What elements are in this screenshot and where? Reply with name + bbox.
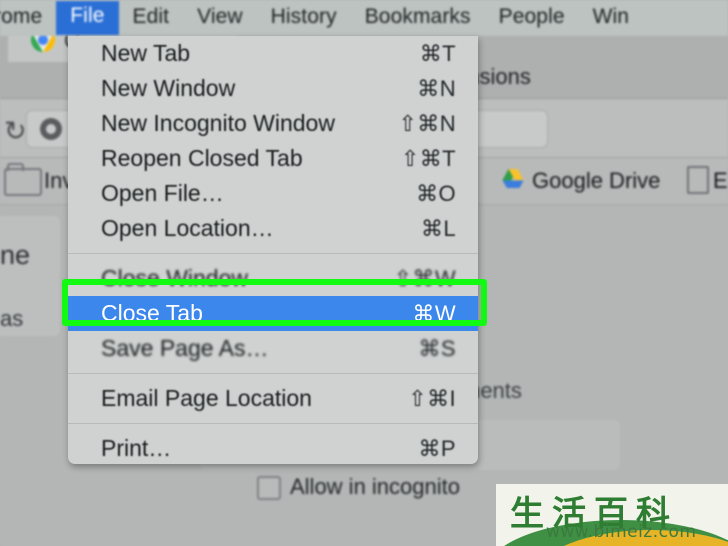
menubar-item-chrome[interactable]: rome (0, 1, 56, 35)
menu-item-print[interactable]: Print… ⌘P (68, 431, 478, 464)
file-menu-group-print: Print… ⌘P (68, 431, 478, 464)
page-text-fragment-1: ne (0, 240, 31, 270)
page-text-fragment-2: as (0, 306, 24, 331)
menu-item-close-window[interactable]: Close Window ⇧⌘W (68, 261, 478, 296)
file-menu-group-share: Email Page Location ⇧⌘I (68, 381, 478, 416)
bookmark-item-google-drive[interactable]: Google Drive (532, 168, 660, 194)
menubar-item-bookmarks[interactable]: Bookmarks (351, 1, 485, 35)
menu-item-label: Close Window (101, 265, 248, 291)
chrome-logo-icon (40, 118, 62, 140)
menu-item-shortcut: ⌘T (419, 40, 456, 66)
file-menu-group-new: New Tab ⌘T New Window ⌘N New Incognito W… (68, 36, 478, 246)
file-menu-dropdown: New Tab ⌘T New Window ⌘N New Incognito W… (68, 36, 478, 464)
menu-item-label: New Window (101, 75, 236, 101)
reload-icon[interactable]: ↻ (4, 116, 27, 147)
menu-item-label: Open File… (101, 180, 224, 206)
menu-item-email-page-location[interactable]: Email Page Location ⇧⌘I (68, 381, 478, 416)
bookmark-item-e[interactable]: E (713, 168, 728, 194)
menu-item-label: Close Tab (101, 300, 203, 326)
menu-item-shortcut: ⌘L (420, 215, 456, 241)
menu-item-shortcut: ⌘O (416, 180, 456, 206)
menu-item-shortcut: ⌘N (417, 75, 456, 101)
menu-item-new-incognito-window[interactable]: New Incognito Window ⇧⌘N (68, 106, 478, 141)
menu-item-shortcut: ⌘W (412, 300, 456, 326)
menubar-item-people[interactable]: People (485, 1, 579, 35)
menu-item-shortcut: ⌘P (418, 435, 456, 461)
menu-item-new-window[interactable]: New Window ⌘N (68, 71, 478, 106)
menubar-item-window[interactable]: Win (579, 1, 643, 35)
menu-item-label: Open Location… (101, 215, 274, 241)
menu-item-shortcut: ⌘S (418, 335, 456, 361)
menu-separator (68, 373, 478, 374)
document-icon (687, 166, 709, 194)
watermark: 生活百科 www.bimeiz.com (496, 484, 728, 546)
folder-icon (4, 163, 42, 196)
menu-item-shortcut: ⇧⌘W (393, 265, 456, 291)
menu-item-label: Email Page Location (101, 385, 312, 411)
menu-item-new-tab[interactable]: New Tab ⌘T (68, 36, 478, 71)
allow-in-incognito-label: Allow in incognito (290, 474, 460, 499)
mac-menu-bar: rome File Edit View History Bookmarks Pe… (0, 0, 728, 36)
menu-item-label: New Incognito Window (101, 110, 335, 136)
menubar-item-history[interactable]: History (257, 1, 351, 35)
menu-item-close-tab[interactable]: Close Tab ⌘W (68, 296, 478, 331)
menu-item-shortcut: ⇧⌘N (398, 110, 456, 136)
menu-separator (68, 253, 478, 254)
google-drive-icon (500, 168, 526, 192)
menu-item-open-file[interactable]: Open File… ⌘O (68, 176, 478, 211)
menu-item-label: Reopen Closed Tab (101, 145, 303, 171)
menu-item-reopen-closed-tab[interactable]: Reopen Closed Tab ⇧⌘T (68, 141, 478, 176)
menu-item-open-location[interactable]: Open Location… ⌘L (68, 211, 478, 246)
menu-item-save-page-as[interactable]: Save Page As… ⌘S (68, 331, 478, 366)
menubar-item-file[interactable]: File (56, 0, 119, 35)
watermark-url: www.bimeiz.com (546, 522, 697, 542)
menu-item-shortcut: ⇧⌘I (408, 385, 456, 411)
menu-item-shortcut: ⇧⌘T (400, 145, 456, 171)
menubar-item-edit[interactable]: Edit (119, 1, 184, 35)
menu-item-label: Save Page As… (101, 335, 269, 361)
menu-item-label: New Tab (101, 40, 191, 66)
menu-separator (68, 423, 478, 424)
menubar-item-view[interactable]: View (183, 1, 257, 35)
menu-item-label: Print… (101, 435, 172, 461)
allow-in-incognito-checkbox[interactable] (257, 476, 281, 500)
